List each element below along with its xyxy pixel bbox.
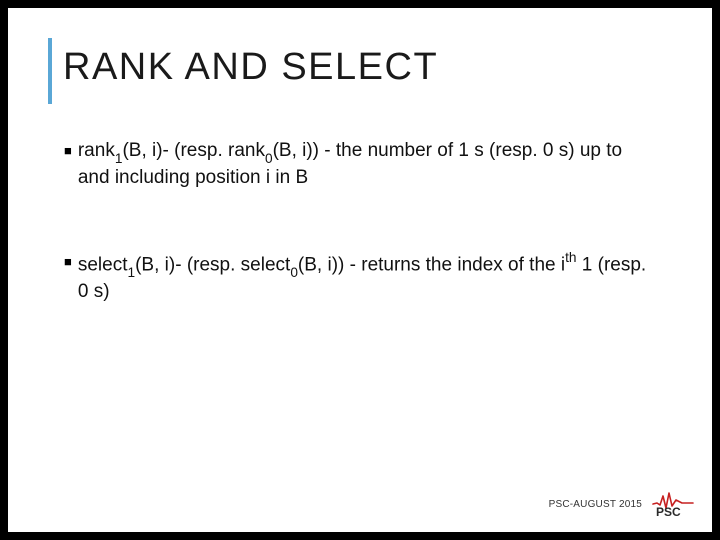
- title-region: RANK AND SELECT: [8, 8, 712, 89]
- slide: RANK AND SELECT ■ rank1(B, i)- (resp. ra…: [8, 8, 712, 532]
- content-area: ■ rank1(B, i)- (resp. rank0(B, i)) - the…: [8, 89, 712, 305]
- bullet-text: rank1(B, i)- (resp. rank0(B, i)) - the n…: [78, 139, 656, 190]
- slide-title: RANK AND SELECT: [63, 46, 712, 89]
- bullet-item: ■ select1(B, i)- (resp. select0(B, i)) -…: [64, 250, 656, 305]
- psc-logo-icon: PSC: [652, 490, 694, 518]
- bullet-text: select1(B, i)- (resp. select0(B, i)) - r…: [78, 250, 656, 305]
- bullet-item: ■ rank1(B, i)- (resp. rank0(B, i)) - the…: [64, 139, 656, 190]
- bullet-marker-icon: ■: [64, 139, 72, 190]
- logo-text: PSC: [656, 505, 681, 518]
- footer-text: PSC-AUGUST 2015: [549, 499, 642, 510]
- accent-bar: [48, 38, 52, 104]
- bullet-marker-icon: ■: [64, 250, 72, 305]
- footer: PSC-AUGUST 2015 PSC: [549, 490, 694, 518]
